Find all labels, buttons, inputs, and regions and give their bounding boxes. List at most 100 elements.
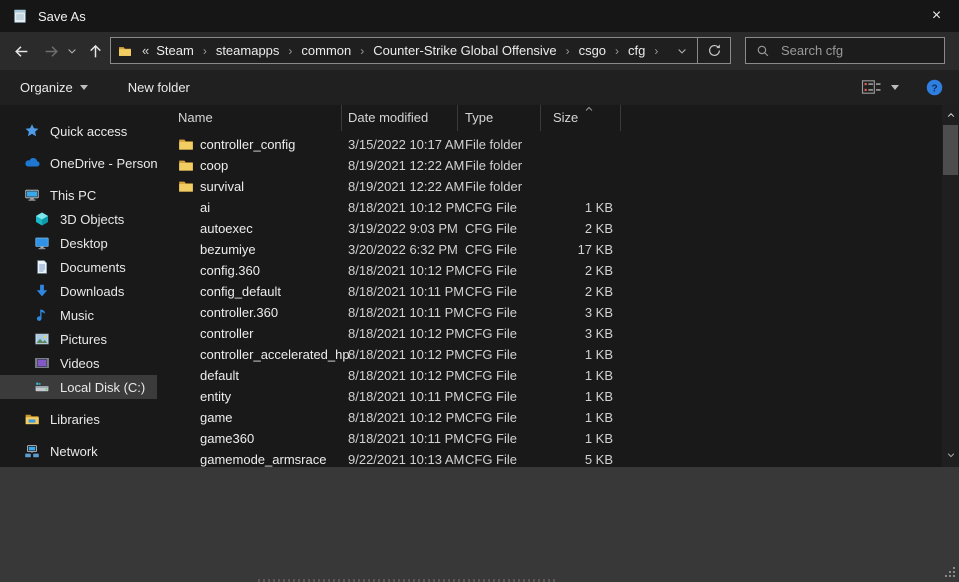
arrow-up-icon	[87, 43, 104, 60]
sidebar-item-onedrive-personal[interactable]: OneDrive - Personal	[0, 151, 157, 175]
file-row-ai[interactable]: ai 8/18/2021 10:12 PM CFG File 1 KB	[163, 197, 942, 218]
sidebar-item-label: Local Disk (C:)	[60, 379, 146, 395]
file-row-autoexec[interactable]: autoexec 3/19/2022 9:03 PM CFG File 2 KB	[163, 218, 942, 239]
recent-locations-button[interactable]	[63, 37, 81, 65]
file-date-modified: 8/18/2021 10:11 PM	[348, 389, 465, 404]
sidebar-item-videos[interactable]: Videos	[0, 351, 157, 375]
scrollbar-thumb[interactable]	[943, 125, 958, 175]
search-input[interactable]	[779, 42, 934, 59]
file-row-game360[interactable]: game360 8/18/2021 10:11 PM CFG File 1 KB	[163, 428, 942, 449]
sidebar-item-downloads[interactable]: Downloads	[0, 279, 157, 303]
file-type: CFG File	[465, 200, 517, 215]
breadcrumb-segment-steamapps[interactable]: steamapps	[213, 43, 283, 58]
column-separator[interactable]	[620, 105, 621, 131]
refresh-button[interactable]	[697, 37, 731, 64]
resize-grip[interactable]	[944, 567, 955, 578]
sidebar-item-libraries[interactable]: Libraries	[0, 407, 157, 431]
column-separator[interactable]	[457, 105, 458, 131]
cfg-file-icon	[178, 304, 194, 320]
folder-icon	[118, 44, 132, 58]
breadcrumb-segment-cfg[interactable]: cfg	[625, 43, 648, 58]
documents-icon	[34, 259, 50, 275]
file-type: CFG File	[465, 410, 517, 425]
objects-3d-icon	[34, 211, 50, 227]
column-separator[interactable]	[540, 105, 541, 131]
scroll-down-icon[interactable]	[942, 446, 959, 463]
column-header-size[interactable]: Size	[553, 110, 578, 125]
file-name: config_default	[200, 284, 281, 299]
breadcrumb-overflow[interactable]: «	[138, 43, 153, 58]
file-type: CFG File	[465, 221, 517, 236]
file-name: bezumiye	[200, 242, 256, 257]
column-header-type[interactable]: Type	[465, 110, 493, 125]
sidebar-item-pictures[interactable]: Pictures	[0, 327, 157, 351]
sidebar-item-local-disk-c[interactable]: Local Disk (C:)	[0, 375, 157, 399]
sidebar-item-this-pc[interactable]: This PC	[0, 183, 157, 207]
arrow-left-icon	[13, 43, 30, 60]
breadcrumb-segment-steam[interactable]: Steam	[153, 43, 197, 58]
scroll-up-icon[interactable]	[942, 106, 959, 123]
sidebar-item-quick-access[interactable]: Quick access	[0, 119, 157, 143]
file-row-survival[interactable]: survival 8/19/2021 12:22 AM File folder	[163, 176, 942, 197]
file-size: 3 KB	[584, 326, 613, 341]
file-row-config-default[interactable]: config_default 8/18/2021 10:11 PM CFG File…	[163, 281, 942, 302]
onedrive-icon	[24, 155, 40, 171]
file-row-default[interactable]: default 8/18/2021 10:12 PM CFG File 1 KB	[163, 365, 942, 386]
file-row-gamemode-armsrace[interactable]: gamemode_armsrace 9/22/2021 10:13 AM CFG F…	[163, 449, 942, 467]
sidebar-item-music[interactable]: Music	[0, 303, 157, 327]
sort-ascending-icon	[583, 105, 595, 115]
file-date-modified: 3/20/2022 6:32 PM	[348, 242, 458, 257]
file-type: File folder	[465, 158, 523, 173]
file-row-bezumiye[interactable]: bezumiye 3/20/2022 6:32 PM CFG File 17 KB	[163, 239, 942, 260]
folder-icon	[178, 136, 194, 152]
file-row-controller[interactable]: controller 8/18/2021 10:12 PM CFG File 3 KB	[163, 323, 942, 344]
chevron-down-icon	[66, 45, 78, 57]
file-row-controller-accelerated-hp[interactable]: controller_accelerated_hp 8/18/2021 10:12…	[163, 344, 942, 365]
file-row-controller-360[interactable]: controller.360 8/18/2021 10:11 PM CFG File…	[163, 302, 942, 323]
file-date-modified: 8/18/2021 10:12 PM	[348, 410, 466, 425]
cfg-file-icon	[178, 220, 194, 236]
file-size: 2 KB	[584, 284, 613, 299]
new-folder-button[interactable]: New folder	[128, 80, 190, 95]
breadcrumb-separator-icon: ›	[654, 43, 659, 58]
sidebar-item-label: Desktop	[60, 235, 108, 251]
vertical-scrollbar[interactable]	[942, 105, 959, 467]
file-row-coop[interactable]: coop 8/19/2021 12:22 AM File folder	[163, 155, 942, 176]
file-size: 1 KB	[584, 368, 613, 383]
change-view-button[interactable]	[861, 78, 899, 96]
window-title: Save As	[38, 8, 86, 24]
back-button[interactable]	[7, 37, 35, 65]
sidebar-item-label: 3D Objects	[60, 211, 125, 227]
command-toolbar: Organize New folder ?	[0, 70, 959, 105]
column-header-name[interactable]: Name	[178, 110, 213, 125]
column-header-date-modified[interactable]: Date modified	[348, 110, 428, 125]
file-name: gamemode_armsrace	[200, 452, 327, 467]
file-size: 1 KB	[584, 389, 613, 404]
forward-button[interactable]	[37, 37, 65, 65]
column-headers: Name Date modified Type Size	[163, 105, 942, 131]
organize-button[interactable]: Organize	[20, 80, 88, 95]
caret-down-icon	[891, 84, 899, 90]
sidebar-item-3d-objects[interactable]: 3D Objects	[0, 207, 157, 231]
breadcrumb-segment-csgo[interactable]: csgo	[576, 43, 609, 58]
breadcrumb-segment-counter-strike-global-offensive[interactable]: Counter-Strike Global Offensive	[370, 43, 559, 58]
downloads-icon	[34, 283, 50, 299]
title-bar: Save As ×	[0, 0, 959, 32]
videos-icon	[34, 355, 50, 371]
file-row-controller-config[interactable]: controller_config 3/15/2022 10:17 AM File …	[163, 134, 942, 155]
column-separator[interactable]	[341, 105, 342, 131]
up-button[interactable]	[81, 37, 109, 65]
file-row-game[interactable]: game 8/18/2021 10:12 PM CFG File 1 KB	[163, 407, 942, 428]
breadcrumb-segment-common[interactable]: common	[298, 43, 354, 58]
address-dropdown-button[interactable]	[667, 38, 697, 63]
sidebar-item-documents[interactable]: Documents	[0, 255, 157, 279]
sidebar-item-network[interactable]: Network	[0, 439, 157, 463]
file-row-entity[interactable]: entity 8/18/2021 10:11 PM CFG File 1 KB	[163, 386, 942, 407]
libraries-icon	[24, 411, 40, 427]
cfg-file-icon	[178, 388, 194, 404]
help-button[interactable]: ?	[926, 79, 943, 96]
close-icon[interactable]: ×	[914, 0, 959, 32]
file-row-config-360[interactable]: config.360 8/18/2021 10:12 PM CFG File 2 KB	[163, 260, 942, 281]
sidebar-item-desktop[interactable]: Desktop	[0, 231, 157, 255]
cfg-file-icon	[178, 451, 194, 467]
